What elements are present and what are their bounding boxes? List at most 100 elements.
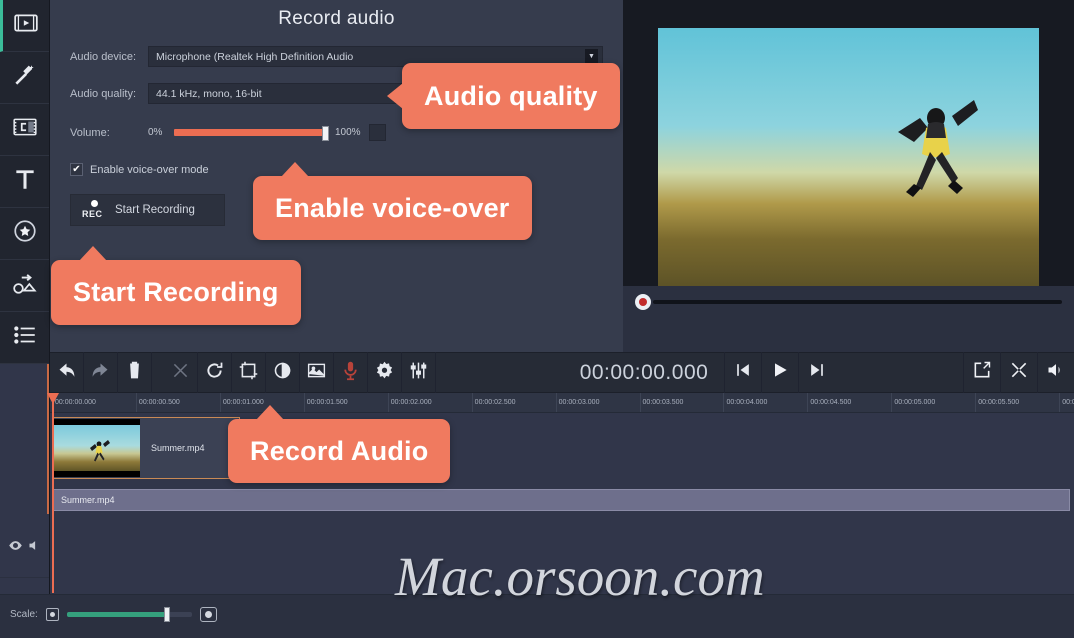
- ruler-tick: 00:00:04.000: [723, 393, 767, 412]
- equalizer-button[interactable]: [402, 352, 436, 393]
- zoom-out-icon[interactable]: [45, 608, 59, 621]
- ruler-tick: 00:00:01.500: [303, 393, 348, 412]
- picture-icon: [306, 360, 327, 386]
- scale-control: Scale:: [10, 607, 217, 622]
- skip-forward-icon: [807, 360, 827, 385]
- callout-audio-quality: Audio quality: [387, 63, 620, 129]
- audio-clip-name: Summer.mp4: [61, 495, 115, 505]
- zoom-in-icon[interactable]: [199, 607, 217, 622]
- list-icon: [12, 322, 38, 353]
- editor-toolbar: 00:00:00.000: [50, 352, 1074, 393]
- delete-button[interactable]: [118, 352, 152, 393]
- callout-record-audio-text: Record Audio: [250, 435, 429, 466]
- snapshot-button[interactable]: [963, 352, 1000, 393]
- clip-thumbnail-figure: [90, 440, 110, 462]
- start-recording-button[interactable]: REC Start Recording: [70, 194, 225, 226]
- audio-device-label: Audio device:: [70, 50, 137, 63]
- callout-enable-voiceover-text: Enable voice-over: [275, 192, 510, 223]
- volume-slider[interactable]: [174, 125, 329, 141]
- sidebar-item-import-media[interactable]: [0, 0, 49, 52]
- crop-button[interactable]: [232, 352, 266, 393]
- video-clip[interactable]: Summer.mp4: [52, 417, 240, 479]
- scissors-icon: [170, 360, 191, 386]
- sidebar-item-stickers[interactable]: [0, 208, 49, 260]
- preview-scrub-track[interactable]: [653, 300, 1062, 304]
- callout-record-audio: Record Audio: [228, 405, 451, 483]
- text-title-icon: [12, 166, 38, 197]
- start-recording-label: Start Recording: [115, 204, 195, 216]
- sliders-icon: [408, 360, 429, 386]
- volume-mute-button[interactable]: [368, 124, 386, 141]
- sidebar-item-animation[interactable]: [0, 260, 49, 312]
- undo-icon: [56, 360, 77, 386]
- rotate-button[interactable]: [198, 352, 232, 393]
- timeline-ruler[interactable]: 00:00:00.000 00:00:00.500 00:00:01.000 00:0…: [50, 393, 1074, 413]
- image-button[interactable]: [300, 352, 334, 393]
- volume-slider-track: [174, 129, 328, 136]
- audio-clip[interactable]: Summer.mp4: [52, 489, 1070, 511]
- video-track-header[interactable]: [0, 514, 49, 578]
- transition-icon: [12, 114, 38, 145]
- redo-icon: [90, 360, 111, 386]
- fullscreen-icon: [1009, 360, 1029, 385]
- video-track: Summer.mp4: [50, 417, 1074, 479]
- previous-frame-button[interactable]: [724, 352, 761, 393]
- contrast-icon: [272, 360, 293, 386]
- play-icon: [770, 360, 790, 385]
- gear-icon: [374, 360, 395, 386]
- ruler-tick: 00:00:06.000: [1059, 393, 1074, 412]
- ruler-tick: 00:00:05.500: [975, 393, 1019, 412]
- preview-playhead[interactable]: [635, 294, 651, 310]
- shapes-animation-icon: [12, 270, 38, 301]
- callout-start-recording-text: Start Recording: [73, 277, 279, 307]
- ruler-tick: 00:00:02.000: [387, 393, 432, 412]
- toolbar-right-group: [963, 352, 1074, 393]
- split-button[interactable]: [164, 352, 198, 393]
- record-audio-button[interactable]: [334, 352, 368, 393]
- record-audio-title: Record audio: [278, 8, 395, 29]
- ruler-tick: 00:00:00.000: [52, 393, 96, 412]
- audio-device-value: Microphone (Realtek High Definition Audi…: [156, 50, 354, 63]
- video-clip-name: Summer.mp4: [151, 443, 205, 453]
- volume-slider-thumb[interactable]: [322, 125, 329, 141]
- play-button[interactable]: [761, 352, 798, 393]
- jumping-person-figure: [898, 100, 978, 197]
- video-import-icon: [13, 10, 39, 41]
- sidebar-tool-list: [0, 0, 49, 364]
- scale-slider[interactable]: [66, 607, 192, 622]
- sidebar-item-more-tools[interactable]: [0, 312, 49, 364]
- current-timecode: 00:00:00.000: [579, 360, 709, 384]
- color-adjust-button[interactable]: [266, 352, 300, 393]
- toolbar-divider: [152, 352, 164, 393]
- voiceover-label: Enable voice-over mode: [90, 163, 209, 176]
- volume-max-label: 100%: [335, 127, 361, 138]
- voiceover-row[interactable]: ✔ Enable voice-over mode: [50, 163, 623, 176]
- mute-icon[interactable]: [27, 538, 42, 553]
- scale-slider-thumb[interactable]: [163, 607, 170, 622]
- callout-audio-quality-text: Audio quality: [424, 80, 598, 111]
- chevron-down-icon[interactable]: ▼: [585, 49, 598, 64]
- redo-button[interactable]: [84, 352, 118, 393]
- fullscreen-button[interactable]: [1000, 352, 1037, 393]
- left-sidebar: [0, 0, 50, 638]
- next-frame-button[interactable]: [798, 352, 835, 393]
- magic-wand-icon: [12, 62, 38, 93]
- callout-start-recording: Start Recording: [51, 246, 301, 325]
- timeline-playhead[interactable]: [52, 393, 54, 593]
- volume-min-label: 0%: [148, 127, 163, 138]
- snapshot-icon: [972, 360, 992, 385]
- speaker-icon: [1046, 360, 1066, 385]
- clip-thumbnail: [54, 419, 140, 477]
- sidebar-item-transitions[interactable]: [0, 104, 49, 156]
- watermark: Mac.orsoon.com: [395, 546, 765, 607]
- preview-video[interactable]: [658, 28, 1039, 286]
- volume-button[interactable]: [1037, 352, 1074, 393]
- crop-icon: [238, 360, 259, 386]
- voiceover-checkbox[interactable]: ✔: [70, 163, 83, 176]
- undo-button[interactable]: [50, 352, 84, 393]
- sidebar-item-filters[interactable]: [0, 52, 49, 104]
- settings-button[interactable]: [368, 352, 402, 393]
- eye-icon[interactable]: [8, 538, 23, 553]
- ruler-tick: 00:00:02.500: [471, 393, 516, 412]
- sidebar-item-titles[interactable]: [0, 156, 49, 208]
